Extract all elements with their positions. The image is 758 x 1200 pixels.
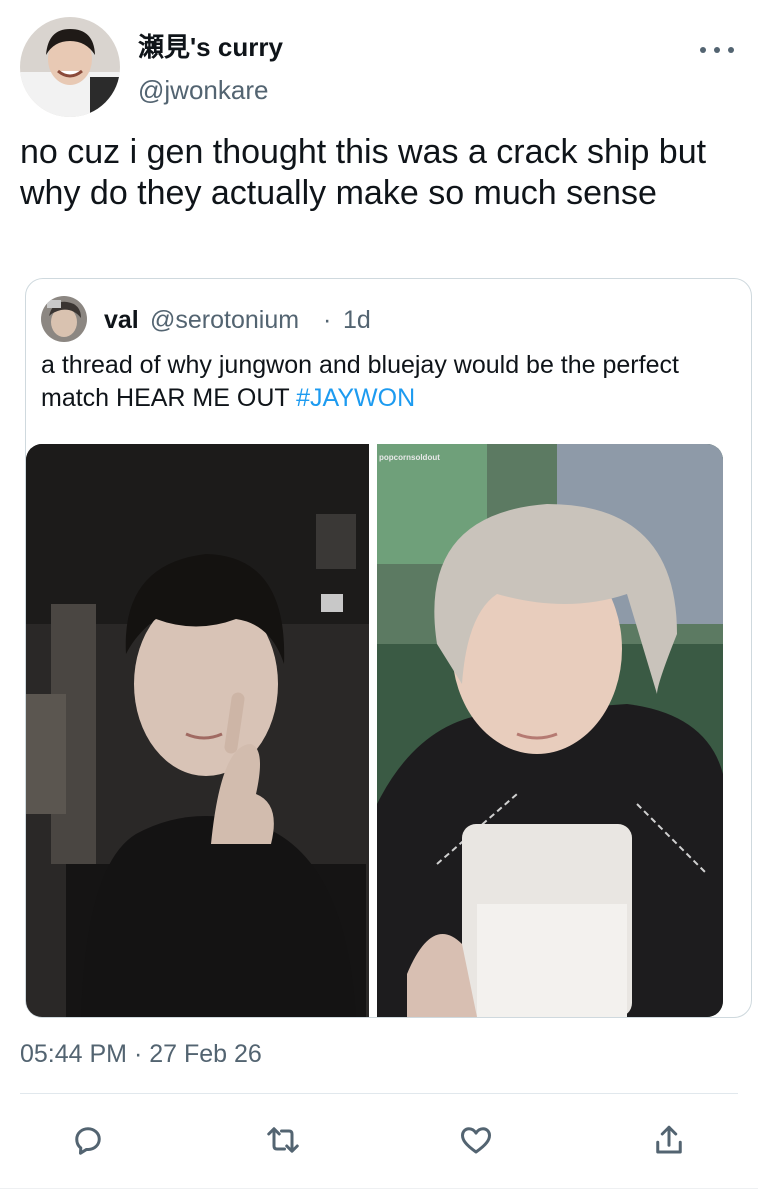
photo-watermark: popcornsoldout xyxy=(379,453,440,462)
reply-button[interactable] xyxy=(68,1120,108,1160)
tweet-timestamp[interactable]: 05:44 PM · 27 Feb 26 xyxy=(20,1040,262,1069)
more-options-icon[interactable] xyxy=(700,40,734,60)
divider xyxy=(20,1093,738,1094)
like-button[interactable] xyxy=(456,1120,496,1160)
meta-separator: · xyxy=(323,306,332,334)
quoted-tweet-age[interactable]: 1d xyxy=(343,306,371,335)
heart-icon xyxy=(461,1127,491,1154)
quoted-photo-right[interactable]: popcornsoldout xyxy=(377,444,723,1017)
bottom-divider xyxy=(0,1188,758,1189)
author-handle[interactable]: @jwonkare xyxy=(138,75,268,106)
more-dot xyxy=(728,47,734,53)
author-display-name[interactable]: 瀬見's curry xyxy=(138,27,283,64)
more-dot xyxy=(714,47,720,53)
more-dot xyxy=(700,47,706,53)
quoted-tweet-text: a thread of why jungwon and bluejay woul… xyxy=(41,349,731,415)
quoted-tweet[interactable]: val @serotonium · 1d a thread of why jun… xyxy=(25,278,752,1018)
quoted-author-display-name[interactable]: val xyxy=(104,306,139,335)
share-icon xyxy=(656,1125,682,1154)
tweet-text: no cuz i gen thought this was a crack sh… xyxy=(20,133,707,212)
reply-icon xyxy=(75,1127,101,1155)
quoted-author-handle[interactable]: @serotonium xyxy=(150,306,299,335)
retweet-button[interactable] xyxy=(263,1120,303,1160)
quoted-photo-left[interactable] xyxy=(26,444,369,1017)
retweet-icon xyxy=(267,1127,299,1153)
share-button[interactable] xyxy=(649,1120,689,1160)
author-avatar[interactable] xyxy=(20,17,120,117)
quoted-author-avatar[interactable] xyxy=(41,296,87,342)
hashtag-link[interactable]: #JAYWON xyxy=(296,384,415,412)
